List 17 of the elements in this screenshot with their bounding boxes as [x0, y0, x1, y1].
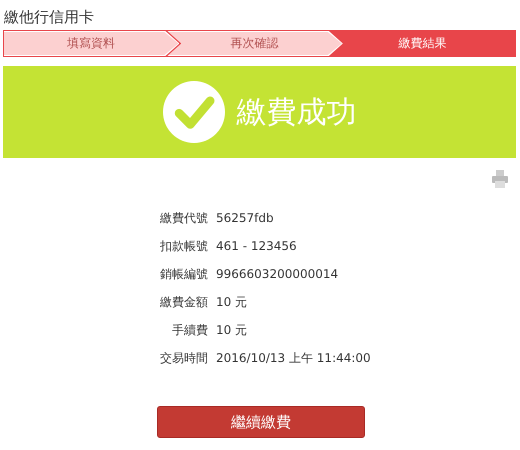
detail-value: 2016/10/13 上午 11:44:00: [216, 350, 371, 366]
detail-label: 手續費: [171, 322, 208, 338]
detail-label: 交易時間: [159, 350, 208, 366]
page-title: 繳他行信用卡: [3, 7, 95, 28]
detail-value: 10 元: [216, 322, 248, 338]
checkmark-icon: [162, 81, 224, 143]
detail-value: 9966603200000014: [216, 267, 338, 281]
detail-label: 銷帳編號: [159, 266, 208, 282]
print-icon[interactable]: [492, 170, 508, 188]
detail-value: 461 - 123456: [216, 239, 297, 253]
detail-value: 56257fdb: [216, 211, 274, 225]
detail-label: 繳費代號: [159, 210, 208, 226]
success-message: 繳費成功: [236, 94, 356, 132]
detail-label: 扣款帳號: [159, 238, 208, 254]
detail-label: 繳費金額: [159, 294, 208, 310]
detail-value: 10 元: [216, 294, 248, 310]
continue-payment-button[interactable]: 繼續繳費: [157, 406, 365, 438]
